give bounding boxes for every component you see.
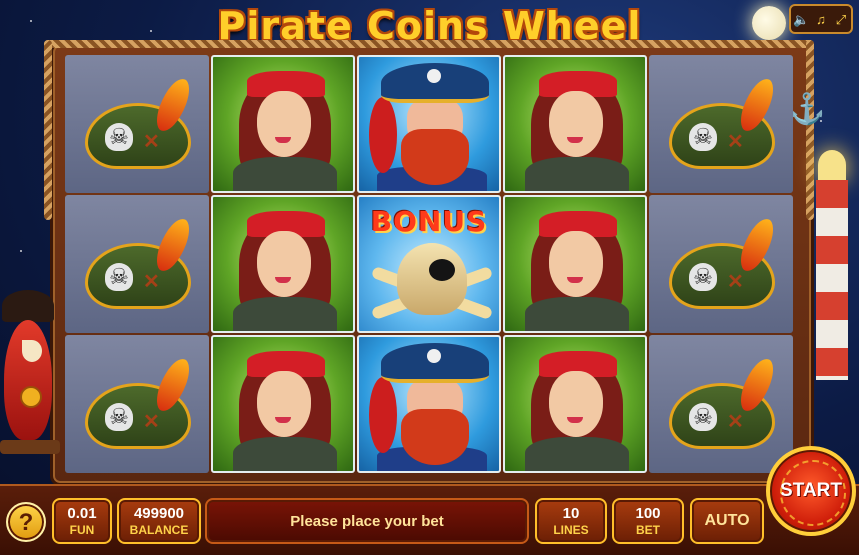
auto-button[interactable]: AUTO — [690, 498, 764, 544]
bet-label: BET — [636, 523, 660, 537]
symbol-pirate-hat: ☠ ✕ — [65, 195, 209, 333]
rope-decoration — [44, 40, 814, 48]
bet-button[interactable]: 100 BET — [612, 498, 684, 544]
help-button[interactable]: ? — [6, 502, 46, 542]
symbol-pirate-captain — [357, 55, 501, 193]
symbol-pirate-captain — [357, 335, 501, 473]
system-controls: 🔈 ♫ ⤢ — [789, 4, 853, 34]
balance-value: 499900 — [133, 505, 185, 522]
lines-label: LINES — [553, 523, 589, 537]
star — [20, 250, 22, 252]
parrot-perch — [0, 440, 60, 454]
lines-button[interactable]: 10 LINES — [535, 498, 607, 544]
bet-value: 100 — [635, 505, 661, 522]
coin-label: FUN — [69, 523, 95, 537]
balance-label: BALANCE — [129, 523, 189, 537]
symbol-pirate-lady — [503, 55, 647, 193]
bonus-label: BONUS — [370, 205, 488, 238]
start-button[interactable]: START — [766, 446, 856, 536]
symbol-pirate-hat: ☠ ✕ — [649, 55, 793, 193]
symbol-pirate-lady — [503, 335, 647, 473]
music-icon[interactable]: ♫ — [813, 13, 829, 26]
parrot-mascot — [0, 290, 58, 460]
coin-value: 0.01 — [67, 505, 97, 522]
balance-display: 499900 BALANCE — [117, 498, 201, 544]
lighthouse — [812, 150, 852, 380]
symbol-pirate-lady — [503, 195, 647, 333]
symbol-pirate-hat: ☠ ✕ — [65, 55, 209, 193]
lines-value: 10 — [562, 505, 580, 522]
symbol-pirate-lady — [211, 195, 355, 333]
symbol-pirate-lady — [211, 55, 355, 193]
sound-icon[interactable]: 🔈 — [793, 13, 809, 26]
reels-grid: ☠ ✕ ☠ ✕ ☠ ✕ BONUS ☠ ✕ ☠ ✕ ☠ ✕ — [64, 54, 794, 474]
symbol-bonus: BONUS — [357, 195, 501, 333]
symbol-pirate-lady — [211, 335, 355, 473]
rope-decoration — [44, 40, 52, 220]
symbol-pirate-hat: ☠ ✕ — [649, 195, 793, 333]
fullscreen-icon[interactable]: ⤢ — [833, 13, 849, 26]
symbol-pirate-hat: ☠ ✕ — [65, 335, 209, 473]
coin-value-button[interactable]: 0.01 FUN — [52, 498, 112, 544]
symbol-pirate-hat: ☠ ✕ — [649, 335, 793, 473]
status-message: Please place your bet — [205, 498, 529, 544]
